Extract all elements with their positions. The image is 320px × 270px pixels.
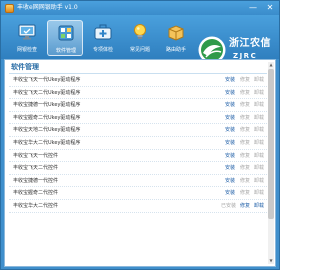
section-title: 软件管理 (11, 63, 39, 71)
repair-link: 修复 (240, 114, 251, 121)
tab-router-helper[interactable]: 路由助手 (158, 20, 194, 56)
list-item: 丰收宝飞天二代Ukey驱动程序 安装 修复 卸载 (9, 87, 267, 100)
install-link[interactable]: 安装 (225, 115, 235, 122)
list-item: 丰收宝握奇二代Ukey驱动程序 安装 修复 卸载 (9, 112, 267, 125)
software-name: 丰收宝天地二代Ukey驱动程序 (13, 127, 81, 134)
list-item: 丰收宝捷德一代Ukey驱动程序 安装 修复 卸载 (9, 99, 267, 112)
install-link[interactable]: 安装 (225, 165, 235, 172)
uninstall-link: 卸载 (254, 177, 265, 184)
tab-label: 常见问题 (129, 47, 150, 53)
software-name: 丰收宝华大二代Ukey驱动程序 (13, 139, 81, 146)
repair-link: 修复 (240, 102, 251, 109)
tab-label: 专项体检 (92, 47, 113, 53)
software-manager-icon (58, 25, 74, 41)
tab-netbank-check[interactable]: 网银检查 (9, 20, 45, 56)
repair-link: 修复 (240, 152, 251, 159)
software-name: 丰收宝握奇二代Ukey驱动程序 (13, 114, 81, 121)
repair-link[interactable]: 修复 (240, 203, 250, 210)
tab-special-check[interactable]: 专项体检 (85, 20, 121, 56)
install-link[interactable]: 安装 (225, 178, 235, 185)
install-link[interactable]: 安装 (225, 153, 235, 160)
install-link[interactable]: 安装 (225, 190, 235, 197)
list-item: 丰收宝飞天一代Ukey驱动程序 安装 修复 卸载 (9, 74, 267, 87)
tab-faq[interactable]: 常见问题 (122, 20, 158, 56)
uninstall-link: 卸载 (254, 89, 265, 96)
software-name: 丰收宝捷德一代控件 (13, 177, 59, 184)
uninstall-link: 卸载 (254, 102, 265, 109)
list-item: 丰收宝捷德一代控件 安装 修复 卸载 (9, 175, 267, 188)
software-name: 丰收宝飞天二代控件 (13, 165, 59, 172)
software-name: 丰收宝握奇二代控件 (13, 190, 59, 197)
title-bar: 丰收e网网银助手 v1.0 — ✕ (1, 1, 279, 15)
monitor-check-icon (18, 24, 36, 40)
uninstall-link[interactable]: 卸载 (254, 203, 264, 210)
uninstall-link: 卸载 (254, 114, 265, 121)
tab-label: 软件管理 (55, 48, 76, 54)
install-link[interactable]: 安装 (225, 140, 235, 147)
software-name: 丰收宝捷德一代Ukey驱动程序 (13, 102, 81, 109)
tab-label: 网银检查 (16, 47, 37, 53)
tab-software-manager[interactable]: 软件管理 (47, 20, 83, 56)
software-name: 丰收宝飞天一代Ukey驱动程序 (13, 77, 81, 83)
scroll-down-icon[interactable]: ▼ (268, 258, 274, 264)
repair-link: 修复 (240, 127, 251, 134)
app-icon (5, 4, 14, 13)
list-item: 丰收宝华大二代控件 已安装 修复 卸载 (9, 200, 267, 213)
install-link[interactable]: 安装 (225, 127, 235, 134)
repair-link: 修复 (240, 177, 251, 184)
toolbar: 网银检查 软件管理 专项体检 常见问题 路由助手 浙江农信 ZJRC (1, 15, 279, 64)
uninstall-link: 卸载 (254, 165, 265, 172)
repair-link: 修复 (240, 165, 251, 172)
close-button[interactable]: ✕ (263, 2, 277, 13)
tab-label: 路由助手 (165, 47, 186, 53)
software-name: 丰收宝华大二代控件 (13, 202, 59, 209)
minimize-button[interactable]: — (246, 2, 260, 13)
list-item: 丰收宝飞天二代控件 安装 修复 卸载 (9, 162, 267, 175)
uninstall-link: 卸载 (254, 152, 265, 159)
software-list: 丰收宝飞天一代Ukey驱动程序 安装 修复 卸载 丰收宝飞天二代Ukey驱动程序… (9, 74, 267, 213)
uninstall-link: 卸载 (254, 127, 265, 134)
install-link[interactable]: 安装 (225, 77, 235, 84)
repair-link: 修复 (240, 190, 251, 197)
repair-link: 修复 (240, 89, 251, 96)
software-panel: 软件管理 丰收宝飞天一代Ukey驱动程序 安装 修复 卸载 丰收宝飞天二代Uke… (4, 59, 276, 267)
window-title: 丰收e网网银助手 v1.0 (17, 4, 78, 11)
repair-link: 修复 (240, 77, 251, 83)
install-link[interactable]: 安装 (225, 90, 235, 97)
repair-link: 修复 (240, 139, 251, 146)
uninstall-link: 卸载 (254, 190, 265, 197)
app-window: 丰收e网网银助手 v1.0 — ✕ 网银检查 软件管理 专项体检 常见问题 路由… (0, 0, 280, 270)
installed-status: 已安装 (221, 202, 237, 209)
scroll-up-icon[interactable]: ▲ (268, 62, 274, 68)
list-item: 丰收宝天地二代Ukey驱动程序 安装 修复 卸载 (9, 124, 267, 137)
software-name: 丰收宝飞天二代Ukey驱动程序 (13, 89, 81, 96)
list-item: 丰收宝握奇二代控件 安装 修复 卸载 (9, 187, 267, 200)
uninstall-link: 卸载 (254, 139, 265, 146)
uninstall-link: 卸载 (254, 77, 265, 83)
install-link[interactable]: 安装 (225, 102, 235, 109)
router-box-icon (168, 25, 184, 41)
list-item: 丰收宝飞天一代控件 安装 修复 卸载 (9, 150, 267, 163)
list-item: 丰收宝华大二代Ukey驱动程序 安装 修复 卸载 (9, 137, 267, 150)
logo-name-cn: 浙江农信 (229, 38, 271, 49)
scroll-thumb[interactable] (268, 69, 274, 219)
vertical-scrollbar[interactable]: ▲ ▼ (268, 62, 274, 264)
software-name: 丰收宝飞天一代控件 (13, 152, 59, 159)
medical-kit-icon (94, 24, 112, 40)
lightbulb-icon (134, 24, 146, 39)
